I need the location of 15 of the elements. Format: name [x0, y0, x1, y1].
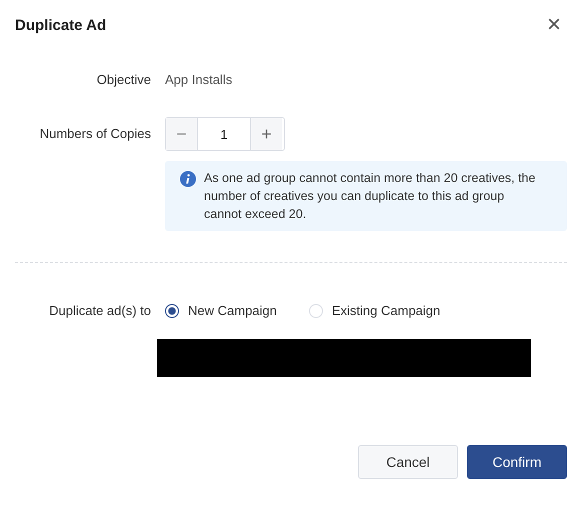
- radio-button[interactable]: [165, 304, 179, 318]
- cancel-button[interactable]: Cancel: [358, 445, 458, 479]
- field-label: Objective: [96, 71, 152, 88]
- info-text: As one ad group cannot contain more than 20 creatives, the number of creatives you can duplicate to this ad group cannot exceed 20.: [204, 170, 536, 223]
- close-button[interactable]: ×: [546, 14, 561, 36]
- confirm-button[interactable]: Confirm: [467, 445, 567, 479]
- field-label: Numbers of Copies: [38, 125, 152, 143]
- dialog-title: Duplicate Ad: [15, 16, 106, 34]
- info-icon: [180, 171, 196, 187]
- field-label: Duplicate ad(s) to: [48, 302, 152, 320]
- increment-button[interactable]: +: [250, 118, 282, 150]
- field-value: App Installs: [165, 71, 232, 88]
- radio-option[interactable]: New Campaign: [165, 302, 277, 320]
- number-stepper[interactable]: − 1 +: [165, 117, 285, 151]
- radio-option[interactable]: Existing Campaign: [308, 302, 440, 320]
